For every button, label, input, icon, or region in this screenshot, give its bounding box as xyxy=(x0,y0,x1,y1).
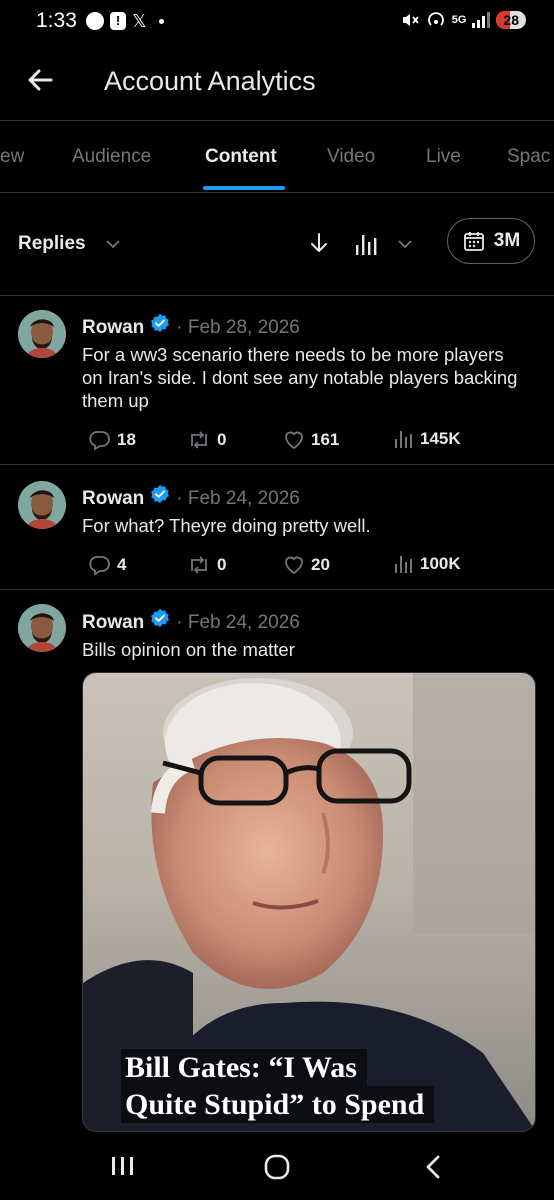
post-stats: 18 0 161 145K xyxy=(82,429,522,453)
like-icon xyxy=(285,556,303,575)
analytics-tabs: ew Audience Content Video Live Spac xyxy=(0,122,554,192)
post-header: Rowan · Feb 28, 2026 xyxy=(82,313,300,339)
verified-badge-icon xyxy=(151,608,170,628)
like-stat[interactable]: 20 xyxy=(283,554,330,576)
reply-count: 4 xyxy=(117,555,127,574)
back-arrow-icon xyxy=(28,69,53,91)
tab-overview[interactable]: ew xyxy=(0,146,24,168)
reply-count: 18 xyxy=(117,430,136,449)
post-item[interactable]: Rowan · Feb 24, 2026 For what? Theyre do… xyxy=(0,465,554,589)
post-date: · Feb 24, 2026 xyxy=(176,612,300,633)
post-author[interactable]: Rowan xyxy=(82,612,144,634)
calendar-icon xyxy=(463,232,484,251)
post-text: Bills opinion on the matter xyxy=(82,639,295,660)
avatar[interactable] xyxy=(18,604,66,652)
x-app-icon: 𝕏 xyxy=(132,11,147,31)
post-date: · Feb 28, 2026 xyxy=(176,317,300,338)
date-range-label: 3M xyxy=(493,230,521,251)
views-stat[interactable]: 100K xyxy=(394,554,461,574)
battery-indicator: 28 xyxy=(496,11,526,29)
verified-badge-icon xyxy=(151,484,170,504)
tab-audience[interactable]: Audience xyxy=(72,146,151,168)
date-range-button[interactable]: 3M xyxy=(447,218,535,264)
tab-video[interactable]: Video xyxy=(327,146,375,168)
status-notification-icons: ! 𝕏 xyxy=(86,12,164,30)
like-icon xyxy=(285,431,303,450)
post-header: Rowan · Feb 24, 2026 xyxy=(82,484,300,510)
media-headline-line-2: Quite Stupid” to Spend xyxy=(121,1086,435,1123)
filter-bar: Replies 3M xyxy=(0,193,554,295)
post-text: For what? Theyre doing pretty well. xyxy=(82,515,371,536)
media-headline-line-1: Bill Gates: “I Was xyxy=(121,1049,367,1086)
repost-count: 0 xyxy=(217,555,227,574)
back-icon[interactable] xyxy=(422,1154,444,1180)
verified-badge-icon xyxy=(151,313,170,333)
post-date: · Feb 24, 2026 xyxy=(176,488,300,509)
views-icon xyxy=(395,556,412,573)
content-type-dropdown[interactable]: Replies xyxy=(18,233,86,255)
header-divider xyxy=(0,120,554,121)
page-title: Account Analytics xyxy=(104,66,316,96)
like-count: 161 xyxy=(311,430,340,449)
repost-icon xyxy=(191,556,207,574)
bar-chart-icon[interactable] xyxy=(355,233,379,255)
post-media-image[interactable]: Bill Gates: “I Was Quite Stupid” to Spen… xyxy=(82,672,536,1132)
post-header: Rowan · Feb 24, 2026 xyxy=(82,608,300,634)
views-icon xyxy=(395,431,412,448)
signal-icon xyxy=(472,12,491,28)
reply-stat[interactable]: 4 xyxy=(89,554,126,576)
post-author[interactable]: Rowan xyxy=(82,488,144,510)
post-item[interactable]: Rowan · Feb 28, 2026 For a ww3 scenario … xyxy=(0,296,554,464)
hotspot-icon xyxy=(427,12,444,26)
status-bar: 1:33 ! 𝕏 5G 28 xyxy=(0,0,554,44)
sort-down-icon[interactable] xyxy=(308,231,330,255)
chevron-down-icon[interactable] xyxy=(396,235,414,253)
views-stat[interactable]: 145K xyxy=(394,429,461,449)
status-system-icons: 5G 28 xyxy=(400,10,526,30)
repost-icon xyxy=(191,431,207,449)
like-count: 20 xyxy=(311,555,330,574)
post-author[interactable]: Rowan xyxy=(82,317,144,339)
tab-live[interactable]: Live xyxy=(426,146,461,168)
views-count: 100K xyxy=(420,554,461,573)
like-stat[interactable]: 161 xyxy=(283,429,339,451)
status-time: 1:33 xyxy=(36,9,77,32)
reply-icon xyxy=(89,556,110,576)
tab-content[interactable]: Content xyxy=(205,146,277,168)
network-type: 5G xyxy=(451,13,467,26)
system-nav-bar xyxy=(0,1132,554,1200)
app-header: Account Analytics xyxy=(0,50,554,116)
avatar[interactable] xyxy=(18,481,66,529)
tab-spaces[interactable]: Spac xyxy=(507,146,550,168)
reply-icon xyxy=(89,431,110,451)
reply-stat[interactable]: 18 xyxy=(89,429,136,451)
alert-icon: ! xyxy=(110,12,126,30)
post-text: For a ww3 scenario there needs to be mor… xyxy=(82,344,518,411)
repost-count: 0 xyxy=(217,430,227,449)
post-stats: 4 0 20 100K xyxy=(82,554,522,578)
notification-dot-icon xyxy=(86,12,104,30)
avatar[interactable] xyxy=(18,310,66,358)
repost-stat[interactable]: 0 xyxy=(187,429,226,451)
more-notifications-icon xyxy=(158,18,164,24)
mute-icon xyxy=(402,14,419,26)
recents-icon[interactable] xyxy=(110,1154,136,1178)
active-tab-indicator xyxy=(203,186,285,190)
back-button[interactable] xyxy=(24,64,56,96)
home-icon[interactable] xyxy=(264,1154,290,1180)
repost-stat[interactable]: 0 xyxy=(187,554,226,576)
chevron-down-icon[interactable] xyxy=(104,235,122,253)
views-count: 145K xyxy=(420,429,461,448)
